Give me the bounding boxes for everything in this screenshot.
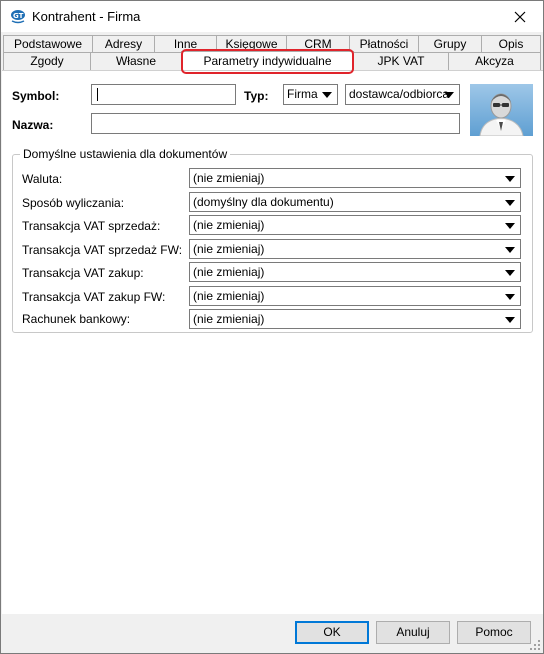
vat-zakup-fw-label: Transakcja VAT zakup FW: bbox=[22, 290, 166, 304]
app-logo-icon: GT bbox=[10, 9, 26, 24]
role-select[interactable]: dostawca/odbiorca bbox=[345, 84, 460, 105]
dropdown-arrow-icon bbox=[505, 176, 515, 182]
tab-podstawowe[interactable]: Podstawowe bbox=[3, 35, 93, 53]
dropdown-arrow-icon bbox=[505, 247, 515, 253]
tab-parametry-indywidualne[interactable]: Parametry indywidualne bbox=[181, 51, 354, 71]
tab-jpk-vat[interactable]: JPK VAT bbox=[353, 52, 449, 70]
dropdown-arrow-icon bbox=[505, 270, 515, 276]
svg-text:GT: GT bbox=[13, 12, 24, 20]
typ-label: Typ: bbox=[244, 89, 269, 103]
sposob-wyliczania-select[interactable]: (domyślny dla dokumentu) bbox=[189, 192, 521, 212]
symbol-input[interactable] bbox=[91, 84, 236, 105]
dropdown-arrow-icon bbox=[322, 92, 332, 98]
rachunek-bankowy-select[interactable]: (nie zmieniaj) bbox=[189, 309, 521, 329]
dropdown-arrow-icon bbox=[505, 223, 515, 229]
tab-adresy[interactable]: Adresy bbox=[92, 35, 155, 53]
typ-select[interactable]: Firma bbox=[283, 84, 338, 105]
typ-select-value: Firma bbox=[287, 87, 318, 101]
nazwa-label: Nazwa: bbox=[12, 118, 54, 132]
waluta-label: Waluta: bbox=[22, 172, 63, 186]
window-title: Kontrahent - Firma bbox=[32, 9, 141, 24]
default-document-settings-group: Domyślne ustawienia dla dokumentów Walut… bbox=[12, 147, 533, 333]
vat-zakup-label: Transakcja VAT zakup: bbox=[22, 266, 144, 280]
group-title: Domyślne ustawienia dla dokumentów bbox=[20, 147, 231, 161]
dialog-window: GT Kontrahent - Firma Podstawowe Adresy … bbox=[0, 0, 544, 654]
dropdown-arrow-icon bbox=[444, 92, 454, 98]
ok-button[interactable]: OK bbox=[295, 621, 369, 644]
cancel-button[interactable]: Anuluj bbox=[376, 621, 450, 644]
vat-zakup-select[interactable]: (nie zmieniaj) bbox=[189, 262, 521, 282]
dropdown-arrow-icon bbox=[505, 317, 515, 323]
title-bar[interactable]: GT Kontrahent - Firma bbox=[1, 1, 543, 32]
tab-grupy[interactable]: Grupy bbox=[418, 35, 482, 53]
vat-sprzedaz-label: Transakcja VAT sprzedaż: bbox=[22, 219, 161, 233]
help-button[interactable]: Pomoc bbox=[457, 621, 531, 644]
close-icon bbox=[514, 11, 526, 22]
tab-wlasne[interactable]: Własne bbox=[90, 52, 182, 70]
resize-grip-icon[interactable] bbox=[529, 639, 541, 651]
vat-zakup-fw-select[interactable]: (nie zmieniaj) bbox=[189, 286, 521, 306]
vat-sprzedaz-fw-label: Transakcja VAT sprzedaż FW: bbox=[22, 243, 183, 257]
avatar-icon[interactable] bbox=[470, 84, 533, 136]
symbol-label: Symbol: bbox=[12, 89, 60, 103]
vat-sprzedaz-select[interactable]: (nie zmieniaj) bbox=[189, 215, 521, 235]
tab-platnosci[interactable]: Płatności bbox=[349, 35, 419, 53]
rachunek-bankowy-label: Rachunek bankowy: bbox=[22, 312, 131, 326]
dropdown-arrow-icon bbox=[505, 200, 515, 206]
vat-sprzedaz-fw-select[interactable]: (nie zmieniaj) bbox=[189, 239, 521, 259]
sposob-wyliczania-label: Sposób wyliczania: bbox=[22, 196, 125, 210]
tab-zgody[interactable]: Zgody bbox=[3, 52, 91, 70]
waluta-select[interactable]: (nie zmieniaj) bbox=[189, 168, 521, 188]
role-select-value: dostawca/odbiorca bbox=[349, 87, 450, 101]
dropdown-arrow-icon bbox=[505, 294, 515, 300]
close-button[interactable] bbox=[497, 1, 543, 32]
nazwa-input[interactable] bbox=[91, 113, 460, 134]
tab-akcyza[interactable]: Akcyza bbox=[448, 52, 541, 70]
tab-opis[interactable]: Opis bbox=[481, 35, 541, 53]
text-caret bbox=[97, 88, 98, 101]
tab-content-panel: Symbol: Typ: Firma dostawca/odbiorca Naz… bbox=[2, 70, 543, 614]
